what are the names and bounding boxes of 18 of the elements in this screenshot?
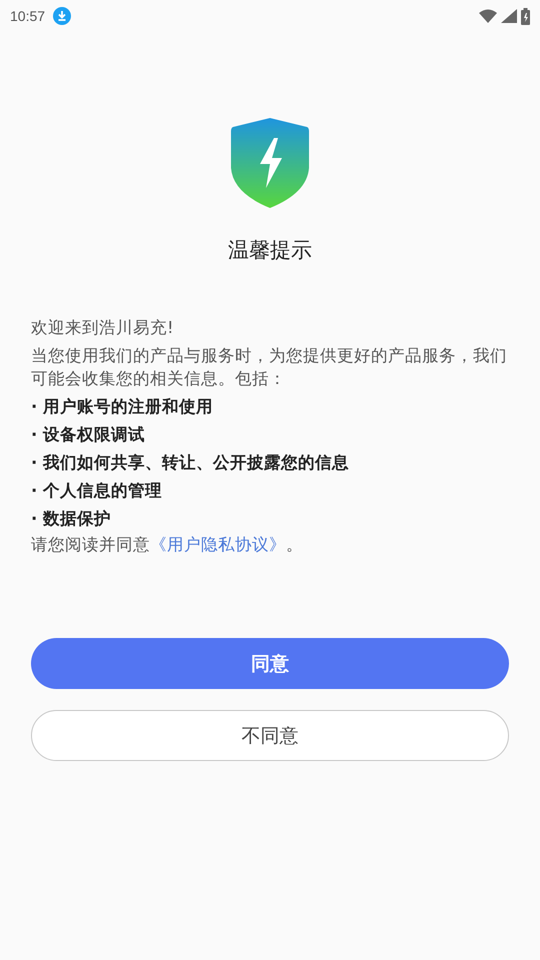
- list-item: · 用户账号的注册和使用: [31, 396, 214, 418]
- list-item: · 我们如何共享、转让、公开披露您的信息: [31, 452, 350, 474]
- battery-icon: [521, 8, 530, 24]
- consent-text: 请您阅读并同意《用户隐私协议》。: [31, 534, 304, 556]
- wifi-icon: [479, 9, 497, 23]
- welcome-text: 欢迎来到浩川易充!: [31, 317, 175, 339]
- status-time: 10:57: [10, 8, 46, 24]
- download-icon: [53, 7, 72, 25]
- disagree-button[interactable]: 不同意: [31, 710, 509, 761]
- agree-button[interactable]: 同意: [31, 638, 509, 689]
- signal-icon: [501, 9, 517, 23]
- dialog-title: 温馨提示: [227, 237, 313, 264]
- list-item: · 个人信息的管理: [31, 480, 164, 502]
- list-item: · 数据保护: [31, 508, 112, 530]
- intro-text: 当您使用我们的产品与服务时，为您提供更好的产品服务，我们可能会收集您的相关信息。包括：: [31, 345, 508, 390]
- shield-lightning-icon: [231, 118, 309, 208]
- privacy-link[interactable]: 《用户隐私协议》: [150, 535, 286, 554]
- list-item: · 设备权限调试: [31, 424, 146, 446]
